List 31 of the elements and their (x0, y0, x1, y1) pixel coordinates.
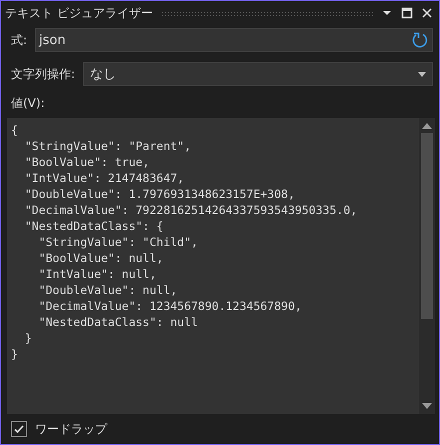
window-title: テキスト ビジュアライザー (5, 4, 153, 22)
code-line: "BoolValue": true, (24, 154, 150, 170)
checkmark-icon (13, 423, 25, 435)
code-line: { (11, 122, 19, 138)
code-line: "DecimalValue": 79228162514264337593543950335.0, (24, 202, 358, 218)
code-line: "DecimalValue": 1234567890.1234567890, (38, 298, 303, 314)
expression-label: 式: (11, 32, 28, 48)
word-wrap-checkbox[interactable] (11, 421, 27, 437)
code-line: "NestedDataClass": { (24, 218, 164, 234)
code-line: "StringValue": "Parent", (24, 138, 192, 154)
code-line: "NestedDataClass": null (38, 314, 199, 330)
string-operation-dropdown[interactable]: なし (83, 62, 433, 86)
code-line: "IntValue": 2147483647, (24, 170, 186, 186)
code-line: "BoolValue": null, (38, 250, 164, 266)
word-wrap-label: ワードラップ (35, 420, 107, 438)
scroll-down-icon[interactable] (422, 403, 432, 409)
maximize-icon[interactable] (401, 7, 413, 19)
value-label: 値(V): (11, 95, 46, 112)
scrollbar-thumb[interactable] (421, 133, 433, 319)
code-line: "DoubleValue": 1.7976931348623157E+308, (24, 186, 296, 202)
refresh-icon[interactable] (411, 31, 429, 49)
caret-icon (418, 72, 426, 76)
scroll-up-icon[interactable] (422, 123, 432, 129)
expression-field[interactable]: json (35, 28, 433, 52)
close-icon[interactable] (421, 7, 433, 19)
code-line: "IntValue": null, (38, 266, 158, 282)
code-line: "DoubleValue": null, (38, 282, 178, 298)
code-line: "StringValue": "Child", (38, 234, 199, 250)
code-line: } (11, 346, 19, 362)
string-operation-label: 文字列操作: (11, 66, 76, 82)
code-line: } (24, 330, 33, 346)
